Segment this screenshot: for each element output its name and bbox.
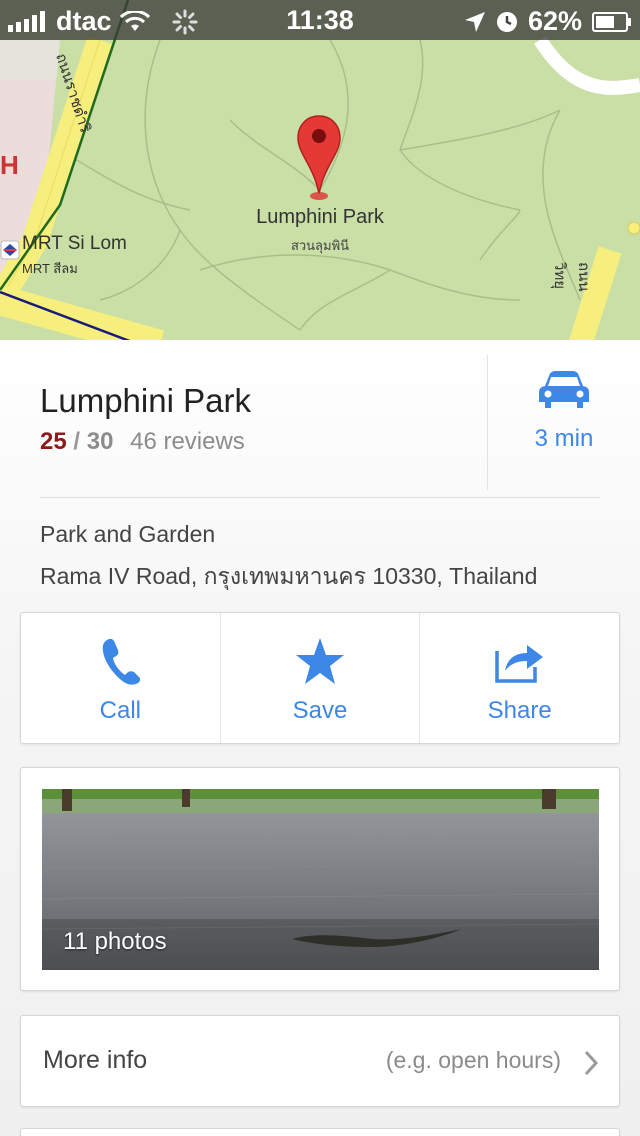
rating-slash: /: [73, 428, 81, 455]
call-label: Call: [99, 697, 141, 724]
place-address: Rama IV Road, กรุงเทพมหานคร 10330, Thail…: [40, 563, 538, 589]
chevron-right-icon: [584, 1050, 599, 1076]
mrt-station-icon: [0, 240, 20, 260]
battery-percent: 62%: [527, 6, 582, 36]
save-button[interactable]: Save: [221, 613, 421, 743]
map-pin-icon[interactable]: [296, 114, 342, 204]
rating-score: 25: [40, 428, 67, 455]
place-card: Lumphini Park 25 / 30 46 reviews 3 min P…: [0, 340, 640, 1136]
mrt-station-label-th: MRT สีลม: [22, 261, 78, 276]
photos-card[interactable]: 11 photos: [20, 767, 620, 991]
horizontal-divider: [40, 497, 600, 498]
battery-icon: [592, 11, 631, 32]
mrt-station-label: MRT Si Lom: [22, 233, 127, 254]
save-label: Save: [292, 697, 348, 724]
directions-button[interactable]: 3 min: [488, 370, 640, 453]
map-place-label-th: สวนลุมพินี: [290, 238, 350, 253]
car-icon: [539, 371, 589, 408]
reviews-link[interactable]: 46 reviews: [130, 428, 245, 455]
place-title: Lumphini Park: [40, 382, 251, 419]
road-label-right: ถนนวิทยุ: [551, 262, 592, 292]
share-button[interactable]: Share: [420, 613, 619, 743]
more-info-row[interactable]: More info (e.g. open hours): [20, 1015, 620, 1107]
place-rating: 25 / 30 46 reviews: [40, 428, 245, 456]
status-bar: dtac 11:38 62%: [0, 0, 640, 40]
call-button[interactable]: Call: [21, 613, 221, 743]
share-label: Share: [487, 697, 552, 724]
photo-thumbnail[interactable]: 11 photos: [42, 789, 599, 970]
location-arrow-icon: [464, 11, 485, 32]
place-category: Park and Garden: [40, 521, 216, 547]
share-icon: [494, 645, 543, 683]
more-info-label: More info: [43, 1046, 148, 1074]
map-edge-letter: H: [0, 150, 19, 180]
photo-count: 11 photos: [63, 928, 167, 955]
action-bar: Call Save Share: [20, 612, 620, 744]
rating-total: 30: [86, 428, 114, 455]
drive-time: 3 min: [534, 425, 594, 452]
map-view[interactable]: H MRT Si Lom MRT สีลม Lumphini Park สวนล…: [0, 0, 640, 345]
map-place-label: Lumphini Park: [256, 206, 384, 228]
star-icon: [296, 638, 344, 684]
next-card: [20, 1128, 620, 1136]
more-info-hint: (e.g. open hours): [385, 1047, 561, 1073]
alarm-clock-icon: [496, 11, 517, 32]
phone-icon: [103, 638, 141, 685]
